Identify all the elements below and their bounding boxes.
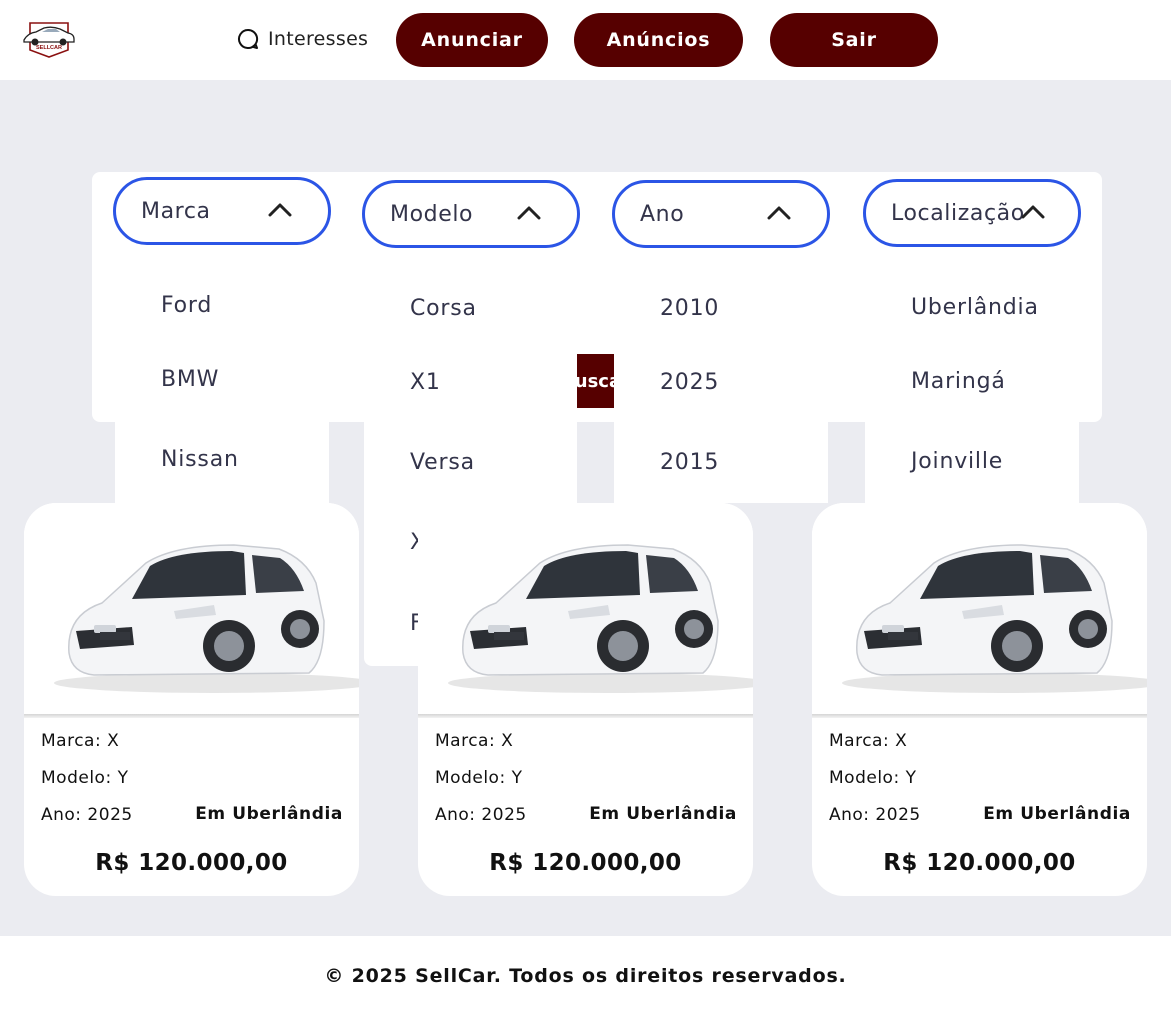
logo-car-icon: SELLCAR bbox=[23, 22, 75, 58]
option-uberlandia[interactable]: Uberlândia bbox=[911, 295, 1039, 320]
interesses-label: Interesses bbox=[268, 28, 369, 50]
car-card[interactable]: Marca: X Modelo: Y Ano: 2025 Em Uberlând… bbox=[24, 503, 359, 896]
sair-button[interactable]: Sair bbox=[770, 13, 938, 67]
footer-copyright: © 2025 SellCar. Todos os direitos reserv… bbox=[324, 965, 847, 987]
card-price: R$ 120.000,00 bbox=[883, 850, 1076, 876]
ano-select-label: Ano bbox=[640, 201, 685, 227]
card-ano: Ano: 2025 bbox=[829, 805, 921, 825]
card-price: R$ 120.000,00 bbox=[489, 850, 682, 876]
ano-options-list bbox=[614, 420, 828, 503]
chat-bubble-icon bbox=[238, 28, 259, 49]
option-x1[interactable]: X1 bbox=[410, 370, 441, 395]
interesses-link[interactable]: Interesses bbox=[236, 27, 368, 51]
option-2025[interactable]: 2025 bbox=[660, 370, 719, 395]
option-corsa[interactable]: Corsa bbox=[410, 296, 477, 321]
card-price: R$ 120.000,00 bbox=[95, 850, 288, 876]
chevron-up-icon bbox=[268, 203, 292, 217]
card-divider bbox=[24, 714, 359, 718]
card-modelo: Modelo: Y bbox=[829, 768, 917, 788]
marca-select-label: Marca bbox=[141, 198, 211, 224]
card-location: Em Uberlândia bbox=[195, 804, 343, 824]
option-bmw[interactable]: BMW bbox=[161, 367, 219, 392]
card-divider bbox=[418, 714, 753, 718]
svg-text:SELLCAR: SELLCAR bbox=[36, 45, 62, 51]
anunciar-button[interactable]: Anunciar bbox=[396, 13, 548, 67]
marca-select[interactable]: Marca bbox=[113, 177, 331, 245]
car-image bbox=[812, 503, 1147, 715]
buscar-label: Buscar bbox=[577, 370, 614, 392]
option-joinville[interactable]: Joinville bbox=[911, 449, 1003, 474]
card-ano: Ano: 2025 bbox=[41, 805, 133, 825]
car-photo-icon bbox=[448, 544, 753, 693]
option-2010[interactable]: 2010 bbox=[660, 296, 719, 321]
header: SELLCAR Interesses Anunciar Anúncios Sai… bbox=[0, 0, 1171, 80]
chevron-up-icon bbox=[1021, 205, 1045, 219]
option-nissan[interactable]: Nissan bbox=[161, 447, 239, 472]
car-card[interactable]: Marca: X Modelo: Y Ano: 2025 Em Uberlând… bbox=[812, 503, 1147, 896]
option-2015[interactable]: 2015 bbox=[660, 450, 719, 475]
card-marca: Marca: X bbox=[41, 731, 120, 751]
car-card[interactable]: Marca: X Modelo: Y Ano: 2025 Em Uberlând… bbox=[418, 503, 753, 896]
anuncios-button[interactable]: Anúncios bbox=[574, 13, 743, 67]
localizacao-select[interactable]: Localização bbox=[863, 179, 1081, 247]
car-photo-icon bbox=[842, 544, 1147, 693]
localizacao-select-label: Localização bbox=[891, 200, 1025, 226]
card-modelo: Modelo: Y bbox=[41, 768, 129, 788]
card-ano: Ano: 2025 bbox=[435, 805, 527, 825]
car-photo-icon bbox=[54, 544, 359, 693]
card-divider bbox=[812, 714, 1147, 718]
option-versa[interactable]: Versa bbox=[410, 450, 475, 475]
card-modelo: Modelo: Y bbox=[435, 768, 523, 788]
card-marca: Marca: X bbox=[829, 731, 908, 751]
chevron-up-icon bbox=[517, 206, 541, 220]
footer: © 2025 SellCar. Todos os direitos reserv… bbox=[0, 936, 1171, 1016]
buscar-button[interactable]: Buscar bbox=[577, 354, 614, 408]
car-image bbox=[24, 503, 359, 715]
ano-select[interactable]: Ano bbox=[612, 180, 830, 248]
card-marca: Marca: X bbox=[435, 731, 514, 751]
chevron-up-icon bbox=[767, 206, 791, 220]
option-ford[interactable]: Ford bbox=[161, 293, 212, 318]
modelo-select-label: Modelo bbox=[390, 201, 474, 227]
modelo-select[interactable]: Modelo bbox=[362, 180, 580, 248]
sellcar-logo[interactable]: SELLCAR bbox=[22, 20, 76, 58]
card-location: Em Uberlândia bbox=[589, 804, 737, 824]
option-maringa[interactable]: Maringá bbox=[911, 369, 1006, 394]
car-image bbox=[418, 503, 753, 715]
card-location: Em Uberlândia bbox=[983, 804, 1131, 824]
